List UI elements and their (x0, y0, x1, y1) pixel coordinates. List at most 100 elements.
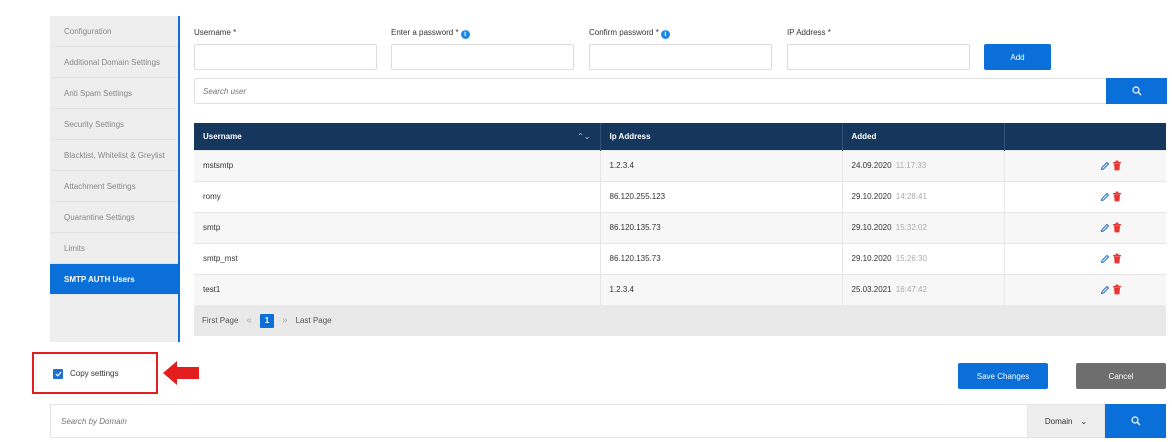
domain-search-button[interactable] (1105, 404, 1166, 438)
delete-trash-icon[interactable] (1112, 253, 1122, 264)
search-user-input[interactable] (194, 78, 1106, 104)
sort-icon[interactable]: ⌃⌄ (577, 132, 590, 141)
ip-address-label: IP Address * (787, 28, 831, 37)
table-row: mstsmtp 1.2.3.4 24.09.2020 11:17:33 (194, 149, 1166, 181)
added-time: 15:26:30 (895, 254, 927, 263)
confirm-password-input[interactable] (589, 44, 772, 70)
cell-actions (1004, 242, 1166, 274)
sidebar-item-lists[interactable]: Blacklist, Whitelist & Greylist (50, 140, 178, 171)
table-header-row: Username ⌃⌄ Ip Address Added (194, 123, 1166, 150)
cell-added: 29.10.2020 15:32:02 (842, 211, 1005, 243)
table-row: romy 86.120.255.123 29.10.2020 14:28:41 (194, 180, 1166, 212)
domain-search-bar: Domain ⌄ (50, 404, 1166, 438)
added-date: 25.03.2021 (851, 285, 892, 295)
sidebar-item-additional-domain-settings[interactable]: Additional Domain Settings (50, 47, 178, 78)
cell-username: romy (194, 180, 601, 212)
pagination: First Page « 1 » Last Page (194, 305, 1166, 336)
edit-pencil-icon[interactable] (1100, 223, 1110, 233)
column-header-username[interactable]: Username ⌃⌄ (194, 123, 601, 150)
sidebar-item-limits[interactable]: Limits (50, 233, 178, 264)
copy-settings-highlight: Copy settings (32, 352, 158, 394)
cell-username: smtp_mst (194, 242, 601, 274)
cell-actions (1004, 180, 1166, 212)
cancel-button[interactable]: Cancel (1076, 363, 1166, 389)
cell-username: mstsmtp (194, 149, 601, 181)
password-label: Enter a password * i (391, 28, 574, 44)
cell-added: 29.10.2020 14:28:41 (842, 180, 1005, 212)
sidebar-item-smtp-auth-users[interactable]: SMTP AUTH Users (50, 264, 178, 295)
password-input[interactable] (391, 44, 574, 70)
first-page-link[interactable]: First Page (202, 316, 238, 325)
cell-ip-address: 86.120.135.73 (600, 242, 843, 274)
cell-ip-address: 86.120.255.123 (600, 180, 843, 212)
username-field-group: Username * (194, 28, 377, 70)
sidebar-item-attachment-settings[interactable]: Attachment Settings (50, 171, 178, 202)
cell-username: smtp (194, 211, 601, 243)
username-input[interactable] (194, 44, 377, 70)
checkmark-icon (54, 371, 62, 377)
sidebar-item-security-settings[interactable]: Security Settings (50, 109, 178, 140)
confirm-password-field-group: Confirm password * i (589, 28, 772, 70)
page-number-button[interactable]: 1 (260, 313, 275, 328)
sidebar-item-quarantine-settings[interactable]: Quarantine Settings (50, 202, 178, 233)
info-icon[interactable]: i (460, 30, 470, 39)
sidebar-item-anti-spam-settings[interactable]: Anti Spam Settings (50, 78, 178, 109)
search-icon (1131, 86, 1141, 96)
last-page-link[interactable]: Last Page (296, 316, 332, 325)
added-time: 16:47:42 (895, 285, 927, 295)
search-user-button[interactable] (1106, 78, 1167, 104)
next-page-icon[interactable]: » (282, 315, 288, 326)
cell-added: 24.09.2020 11:17:33 (842, 149, 1005, 181)
table-row: smtp_mst 86.120.135.73 29.10.2020 15:26:… (194, 242, 1166, 274)
cell-username: test1 (194, 273, 601, 305)
smtp-users-table: Username ⌃⌄ Ip Address Added mstsmtp 1.2.… (194, 123, 1166, 336)
added-time: 14:28:41 (895, 192, 927, 201)
ip-address-input[interactable] (787, 44, 970, 70)
red-arrow-icon (163, 361, 199, 385)
added-time: 15:32:02 (895, 223, 927, 232)
table-row: test1 1.2.3.4 25.03.2021 16:47:42 (194, 273, 1166, 305)
added-date: 29.10.2020 (851, 223, 892, 232)
column-header-added: Added (842, 123, 1005, 150)
confirm-password-label: Confirm password * i (589, 28, 772, 44)
cell-added: 29.10.2020 15:26:30 (842, 242, 1005, 274)
delete-trash-icon[interactable] (1112, 191, 1122, 202)
edit-pencil-icon[interactable] (1100, 254, 1110, 264)
domain-filter-value: Domain (1044, 416, 1073, 426)
table-row: smtp 86.120.135.73 29.10.2020 15:32:02 (194, 211, 1166, 243)
delete-trash-icon[interactable] (1112, 222, 1122, 233)
added-time: 11:17:33 (895, 161, 927, 170)
column-header-ip-address: Ip Address (600, 123, 843, 150)
cell-ip-address: 86.120.135.73 (600, 211, 843, 243)
added-date: 29.10.2020 (851, 254, 892, 263)
copy-settings-label[interactable]: Copy settings (70, 369, 118, 378)
domain-search-input[interactable] (50, 404, 1027, 438)
sidebar-item-configuration[interactable]: Configuration (50, 16, 178, 47)
info-icon[interactable]: i (660, 30, 670, 39)
column-header-actions (1004, 123, 1166, 150)
cell-added: 25.03.2021 16:47:42 (842, 273, 1005, 305)
cell-actions (1004, 149, 1166, 181)
password-field-group: Enter a password * i (391, 28, 574, 70)
search-icon (1130, 416, 1140, 426)
added-date: 24.09.2020 (851, 161, 892, 170)
cell-ip-address: 1.2.3.4 (600, 273, 843, 305)
domain-filter-select[interactable]: Domain ⌄ (1027, 404, 1105, 438)
added-date: 29.10.2020 (851, 192, 892, 201)
add-user-button[interactable]: Add (984, 44, 1051, 70)
edit-pencil-icon[interactable] (1100, 285, 1110, 295)
settings-sidebar: Configuration Additional Domain Settings… (50, 16, 180, 342)
ip-address-field-group: IP Address * (787, 28, 970, 70)
edit-pencil-icon[interactable] (1100, 192, 1110, 202)
edit-pencil-icon[interactable] (1100, 161, 1110, 171)
save-changes-button[interactable]: Save Changes (958, 363, 1048, 389)
chevron-down-icon: ⌄ (1080, 416, 1088, 426)
username-label: Username * (194, 28, 237, 37)
prev-page-icon[interactable]: « (246, 315, 252, 326)
cell-actions (1004, 211, 1166, 243)
cell-ip-address: 1.2.3.4 (600, 149, 843, 181)
delete-trash-icon[interactable] (1112, 284, 1122, 295)
copy-settings-checkbox[interactable] (53, 369, 63, 379)
cell-actions (1004, 273, 1166, 305)
delete-trash-icon[interactable] (1112, 160, 1122, 171)
